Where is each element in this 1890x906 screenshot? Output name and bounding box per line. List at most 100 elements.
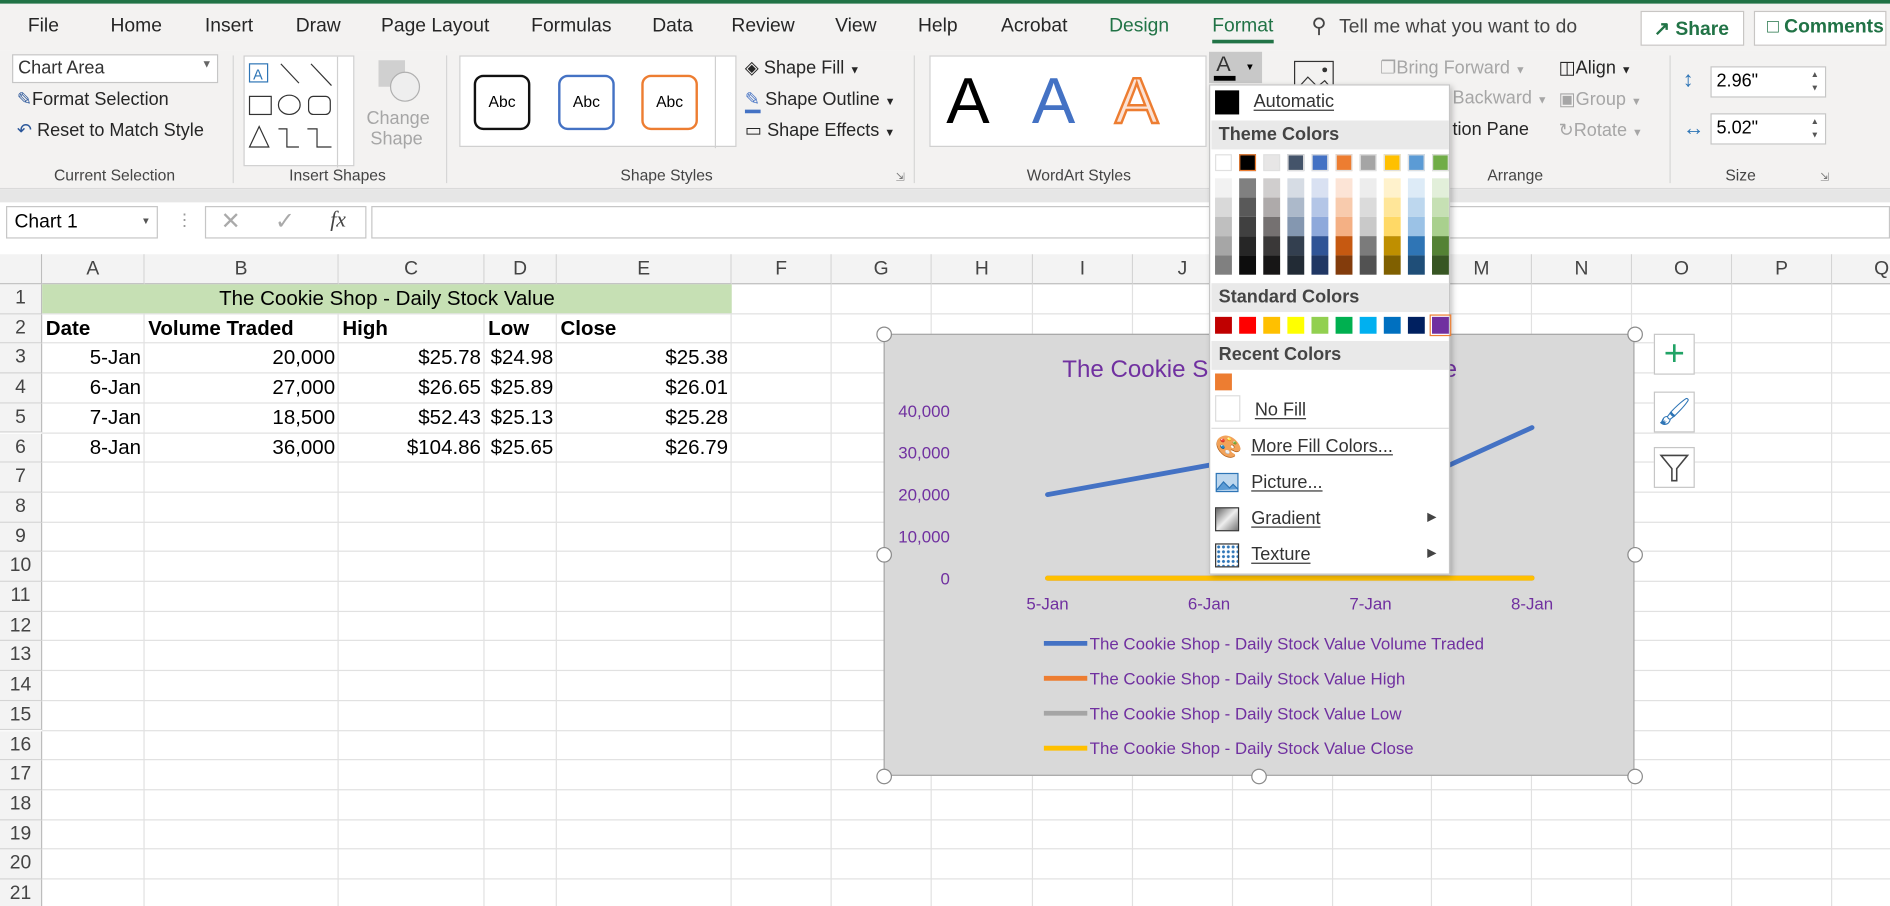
resize-handle[interactable] [1626,768,1643,784]
standard-color-swatch[interactable] [1215,316,1232,334]
column-header[interactable]: C [338,254,485,285]
wordart-gallery[interactable]: A A A [929,55,1207,147]
resize-handle[interactable] [875,546,892,563]
standard-color-swatch[interactable] [1311,316,1329,334]
theme-shade-swatch[interactable] [1432,236,1449,256]
resize-handle[interactable] [1250,768,1267,784]
data-cell[interactable]: $25.89 [485,374,557,403]
menu-item-texture[interactable]: Texture [1251,545,1310,565]
theme-color-swatch[interactable] [1263,154,1281,172]
theme-shade-swatch[interactable] [1335,255,1353,275]
shape-height-input[interactable]: 2.96" ▲ ▼ [1710,66,1827,98]
theme-shade-swatch[interactable] [1383,255,1401,275]
legend-label[interactable]: The Cookie Shop - Daily Stock Value Clos… [1090,739,1414,758]
send-backward-button[interactable]: Backward ▼ [1453,88,1548,108]
shape-width-input[interactable]: 5.02" ▲ ▼ [1710,113,1827,145]
theme-shade-swatch[interactable] [1263,236,1281,256]
theme-shade-swatch[interactable] [1215,255,1232,275]
text-fill-button[interactable]: A ▼ [1209,51,1263,84]
theme-shade-swatch[interactable] [1383,216,1401,237]
column-header[interactable]: E [556,254,732,285]
row-header[interactable]: 5 [0,403,43,434]
data-cell[interactable]: 27,000 [145,374,339,403]
theme-color-swatch[interactable] [1287,154,1305,172]
data-cell[interactable]: 20,000 [145,344,339,373]
share-button[interactable]: ↗ Share [1640,10,1745,46]
standard-color-swatch[interactable] [1287,316,1305,334]
header-cell[interactable]: Volume Traded [145,314,298,343]
theme-shade-swatch[interactable] [1239,197,1257,217]
resize-handle[interactable] [875,325,892,342]
header-cell[interactable]: Close [557,314,620,343]
resize-handle[interactable] [1626,546,1643,563]
data-cell[interactable]: 5-Jan [42,344,144,373]
theme-shade-swatch[interactable] [1383,197,1401,217]
tab-design[interactable]: Design [1109,16,1169,38]
theme-shade-swatch[interactable] [1263,197,1281,217]
header-cell[interactable]: Low [485,314,533,343]
row-header[interactable]: 21 [0,879,43,906]
tab-data[interactable]: Data [652,16,693,38]
theme-shade-swatch[interactable] [1359,216,1377,237]
data-cell[interactable]: $52.43 [339,403,485,432]
row-header[interactable]: 6 [0,433,43,463]
menu-item-automatic[interactable]: Automatic [1254,92,1334,112]
theme-shade-swatch[interactable] [1263,255,1281,275]
recent-color-swatch[interactable] [1215,373,1232,391]
insert-function-icon[interactable]: fx [330,207,346,232]
tell-me-search[interactable]: ⚲ Tell me what you want to do [1311,14,1577,38]
theme-shade-swatch[interactable] [1432,197,1449,217]
data-cell[interactable]: 8-Jan [42,433,144,462]
column-header[interactable]: N [1532,254,1633,285]
theme-shade-swatch[interactable] [1432,178,1449,198]
row-header[interactable]: 19 [0,819,43,850]
select-all-corner[interactable] [0,254,43,285]
resize-handle[interactable] [875,768,892,784]
data-cell[interactable]: $25.38 [557,344,732,373]
change-shape-button[interactable]: Change Shape [366,108,429,149]
spinner-icon[interactable]: ▲ ▼ [1811,69,1819,96]
header-cell[interactable]: Date [42,314,94,343]
theme-shade-swatch[interactable] [1359,178,1377,198]
shape-style-blue[interactable]: Abc [558,74,615,131]
shape-fill-button[interactable]: ◈ Shape Fill ▼ [745,57,860,78]
shape-style-orange[interactable]: Abc [641,74,698,131]
theme-shade-swatch[interactable] [1383,178,1401,198]
theme-shade-swatch[interactable] [1335,236,1353,256]
row-header[interactable]: 4 [0,373,43,404]
tab-review[interactable]: Review [731,16,794,38]
wordart-style-orange[interactable]: A [1114,64,1160,139]
standard-color-swatch[interactable] [1407,316,1425,334]
standard-color-swatch[interactable] [1239,316,1257,334]
column-header[interactable]: A [42,254,145,285]
theme-color-swatch[interactable] [1239,154,1257,172]
menu-item-more-fill-colors[interactable]: More Fill Colors... [1251,436,1393,456]
theme-shade-swatch[interactable] [1239,178,1257,198]
theme-shade-swatch[interactable] [1239,255,1257,275]
theme-shade-swatch[interactable] [1287,216,1305,237]
dialog-launcher-icon[interactable]: ⇲ [1820,171,1829,184]
row-header[interactable]: 7 [0,462,43,493]
theme-shade-swatch[interactable] [1335,178,1353,198]
theme-shade-swatch[interactable] [1359,236,1377,256]
group-button[interactable]: ▣Group ▼ [1559,88,1642,109]
column-header[interactable]: D [484,254,557,285]
data-cell[interactable]: $25.78 [339,344,485,373]
theme-shade-swatch[interactable] [1287,255,1305,275]
chart-element-dropdown[interactable]: Chart Area ▼ [12,54,219,84]
spinner-icon[interactable]: ▲ ▼ [1811,116,1819,143]
tab-insert[interactable]: Insert [205,16,253,38]
standard-color-swatch[interactable] [1359,316,1377,334]
theme-shade-swatch[interactable] [1335,216,1353,237]
theme-shade-swatch[interactable] [1287,197,1305,217]
data-cell[interactable]: $104.86 [339,433,485,462]
column-header[interactable]: B [144,254,339,285]
shape-effects-button[interactable]: ▭ Shape Effects ▼ [745,119,895,140]
theme-shade-swatch[interactable] [1263,216,1281,237]
theme-color-swatch[interactable] [1383,154,1401,172]
column-header[interactable]: F [731,254,832,285]
data-cell[interactable]: $25.65 [485,433,557,462]
data-cell[interactable]: 6-Jan [42,374,144,403]
shape-styles-gallery[interactable]: Abc Abc Abc [459,55,737,149]
wordart-style-black[interactable]: A [946,64,989,139]
